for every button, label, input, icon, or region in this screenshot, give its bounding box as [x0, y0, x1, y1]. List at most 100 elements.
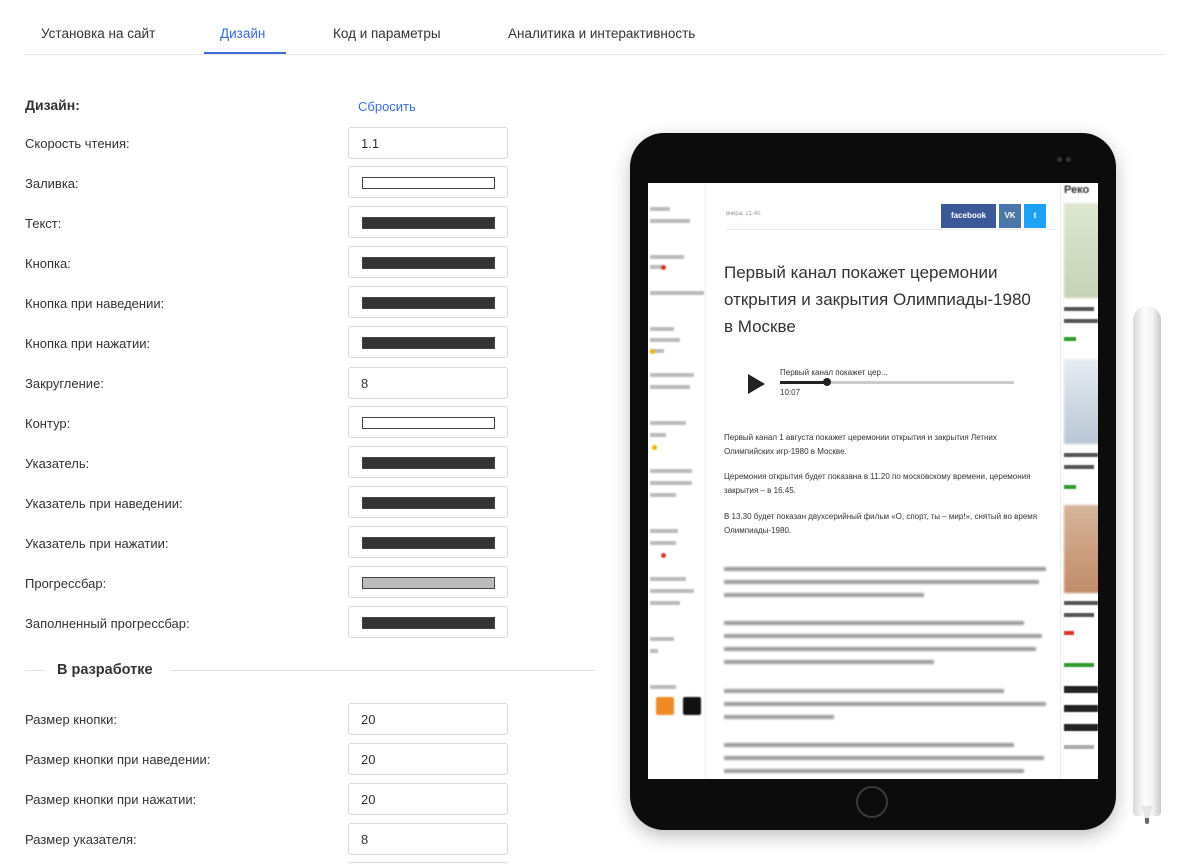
field-label-button-size-active: Размер кнопки при нажатии: — [25, 792, 197, 807]
blurred-text — [1064, 319, 1098, 323]
button-active-color-picker[interactable] — [348, 326, 508, 358]
blurred-text — [1064, 613, 1094, 617]
progress-bar[interactable] — [780, 378, 1014, 386]
design-section-title: Дизайн: — [25, 97, 80, 113]
pointer-size-input[interactable]: 8 — [348, 823, 508, 855]
blurred-text — [650, 433, 666, 437]
facebook-share-button[interactable]: facebook — [941, 204, 996, 228]
pointer-color-picker[interactable] — [348, 446, 508, 478]
pointer-hover-color-picker[interactable] — [348, 486, 508, 518]
blurred-text — [650, 589, 694, 593]
blurred-text — [650, 373, 694, 377]
preview-right-column: Реко — [1060, 183, 1098, 779]
rounding-input[interactable]: 8 — [348, 367, 508, 399]
button-color-swatch — [362, 257, 495, 269]
blurred-paragraph — [724, 621, 1049, 673]
button-size-value: 20 — [361, 712, 376, 727]
blurred-text — [650, 327, 674, 331]
blurred-text — [1064, 724, 1098, 731]
blurred-text — [650, 385, 690, 389]
blurred-text — [650, 577, 686, 581]
preview-screen: вчера, 21:40 facebook VK t Первый канал … — [648, 183, 1098, 779]
button-hover-color-swatch — [362, 297, 495, 309]
article-paragraph: Церемония открытия будет показана в 11.2… — [724, 472, 1031, 495]
blurred-text — [650, 493, 676, 497]
news-thumbnail[interactable] — [1064, 505, 1098, 593]
fill-color-picker[interactable] — [348, 166, 508, 198]
comment-dot-icon — [661, 265, 666, 270]
blurred-text — [650, 685, 676, 689]
comment-dot-icon — [652, 445, 657, 450]
field-label-fill: Заливка: — [25, 176, 79, 191]
camera-icon — [1057, 157, 1062, 162]
text-color-swatch — [362, 217, 495, 229]
blurred-text — [1064, 686, 1098, 693]
news-thumbnail[interactable] — [1064, 359, 1098, 444]
progressbar-filled-color-swatch — [362, 617, 495, 629]
pointer-active-color-swatch — [362, 537, 495, 549]
pointer-active-color-picker[interactable] — [348, 526, 508, 558]
blurred-text — [650, 649, 658, 653]
button-size-active-value: 20 — [361, 792, 376, 807]
field-label-button-size: Размер кнопки: — [25, 712, 117, 727]
button-size-input[interactable]: 20 — [348, 703, 508, 735]
article-paragraph: В 13.30 будет показан двухсерийный фильм… — [724, 512, 1038, 535]
rss-icon[interactable] — [656, 697, 674, 715]
button-size-hover-value: 20 — [361, 752, 376, 767]
blurred-text — [650, 637, 674, 641]
blurred-paragraph — [724, 743, 1049, 779]
blurred-text — [650, 421, 686, 425]
track-title: Первый канал покажет цер... — [780, 368, 888, 377]
blurred-text — [650, 207, 670, 211]
field-label-outline: Контур: — [25, 416, 71, 431]
twitter-share-button[interactable]: t — [1024, 204, 1046, 228]
add-icon[interactable] — [683, 697, 701, 715]
audio-player: Первый канал покажет цер... 10:07 — [748, 366, 1018, 402]
design-form: Дизайн: Сбросить Скорость чтения: 1.1 За… — [25, 0, 595, 864]
blurred-text — [1064, 663, 1094, 667]
progress-fill — [780, 381, 827, 384]
button-size-hover-input[interactable]: 20 — [348, 743, 508, 775]
field-label-button-size-hover: Размер кнопки при наведении: — [25, 752, 211, 767]
progressbar-color-picker[interactable] — [348, 566, 508, 598]
field-label-button-hover: Кнопка при наведении: — [25, 296, 165, 311]
blurred-text — [1064, 485, 1076, 489]
camera-icon — [1066, 157, 1071, 162]
field-label-reading-speed: Скорость чтения: — [25, 136, 130, 151]
reset-link[interactable]: Сбросить — [358, 99, 416, 114]
article-headline: Первый канал покажет церемонии открытия … — [724, 263, 1031, 336]
field-label-text: Текст: — [25, 216, 62, 231]
field-label-pointer-hover: Указатель при наведении: — [25, 496, 183, 511]
field-label-progressbar-filled: Заполненный прогрессбар: — [25, 616, 190, 631]
field-label-button: Кнопка: — [25, 256, 71, 271]
blurred-text — [650, 255, 684, 259]
text-color-picker[interactable] — [348, 206, 508, 238]
stylus-nib — [1145, 818, 1149, 824]
reading-speed-input[interactable]: 1.1 — [348, 127, 508, 159]
track-time: 10:07 — [780, 388, 801, 397]
blurred-text — [1064, 631, 1074, 635]
progressbar-color-swatch — [362, 577, 495, 589]
field-label-pointer-active: Указатель при нажатии: — [25, 536, 169, 551]
button-hover-color-picker[interactable] — [348, 286, 508, 318]
news-thumbnail[interactable] — [1064, 203, 1098, 298]
blurred-text — [1064, 453, 1098, 457]
blurred-text — [650, 529, 678, 533]
outline-color-picker[interactable] — [348, 406, 508, 438]
blurred-text — [650, 469, 692, 473]
blurred-text — [1064, 601, 1098, 605]
blurred-text — [1064, 465, 1094, 469]
divider — [25, 670, 45, 671]
progressbar-filled-color-picker[interactable] — [348, 606, 508, 638]
progress-knob[interactable] — [822, 378, 831, 386]
home-button[interactable] — [856, 786, 888, 818]
blurred-paragraph — [724, 567, 1049, 606]
button-color-picker[interactable] — [348, 246, 508, 278]
dev-section-title: В разработке — [57, 662, 153, 678]
button-size-active-input[interactable]: 20 — [348, 783, 508, 815]
right-column-heading: Реко — [1064, 184, 1090, 196]
article-date: вчера, 21:40 — [726, 211, 761, 217]
comment-dot-icon — [661, 553, 666, 558]
play-icon[interactable] — [748, 374, 765, 394]
vk-share-button[interactable]: VK — [999, 204, 1021, 228]
